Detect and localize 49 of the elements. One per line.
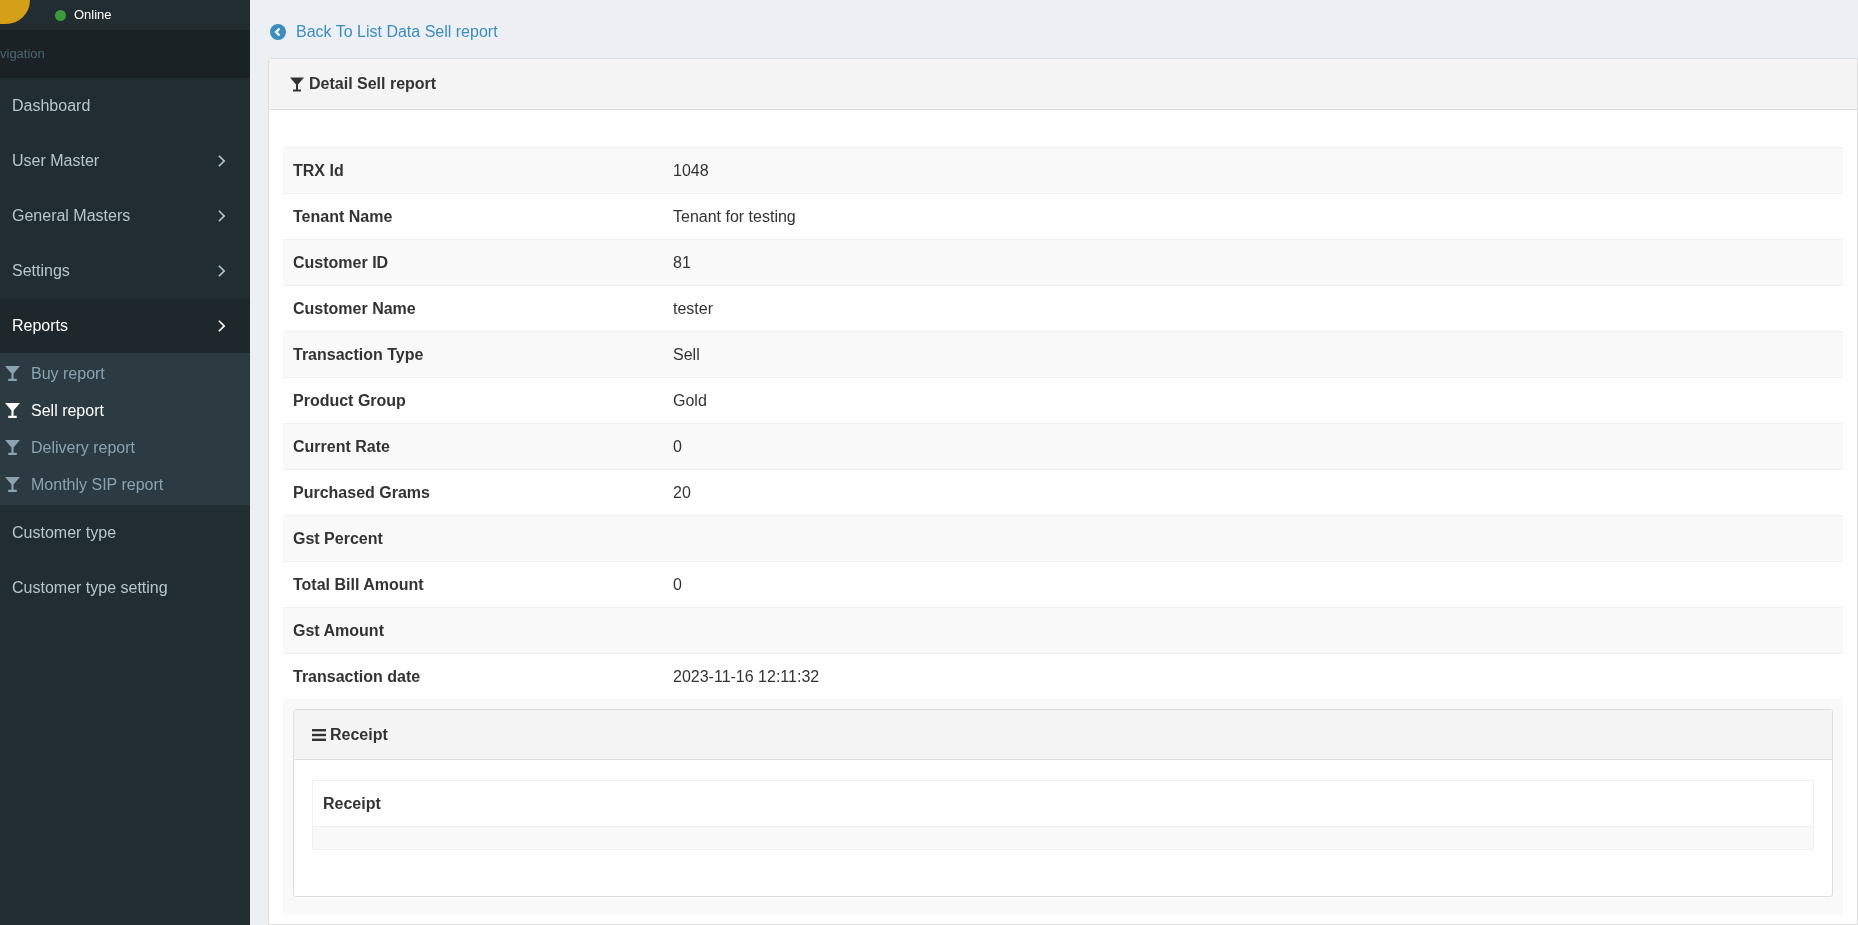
field-label: Transaction Type bbox=[292, 344, 425, 365]
field-label: Customer ID bbox=[292, 252, 390, 273]
funnel-icon bbox=[4, 402, 21, 419]
field-label: Gst Amount bbox=[292, 620, 385, 641]
field-label: TRX Id bbox=[292, 160, 345, 181]
sidebar-item[interactable]: Customer type setting bbox=[0, 560, 250, 615]
field-label: Current Rate bbox=[292, 436, 391, 457]
field-value: 0 bbox=[673, 574, 682, 595]
field-value: 81 bbox=[673, 252, 691, 273]
field-label: Product Group bbox=[292, 390, 407, 411]
submenu-item[interactable]: Delivery report bbox=[0, 429, 250, 466]
field-value: Tenant for testing bbox=[673, 206, 796, 227]
menu-icon bbox=[312, 728, 326, 741]
field-label: Transaction date bbox=[292, 666, 422, 687]
field-value: 20 bbox=[673, 482, 691, 503]
field-label: Total Bill Amount bbox=[292, 574, 425, 595]
sidebar-item[interactable]: Settings bbox=[0, 243, 250, 298]
field-value: Gold bbox=[673, 390, 707, 411]
field-value: tester bbox=[673, 298, 713, 319]
panel-title: Receipt bbox=[330, 724, 388, 745]
sidebar-item[interactable]: General Masters bbox=[0, 188, 250, 243]
submenu-item[interactable]: Monthly SIP report bbox=[0, 466, 250, 503]
sidebar-item[interactable]: User Master bbox=[0, 133, 250, 188]
funnel-icon bbox=[4, 476, 21, 493]
chevron-right-icon bbox=[217, 153, 226, 168]
column-header: Receipt bbox=[323, 793, 381, 814]
nav-header: vigation bbox=[0, 45, 45, 64]
funnel-icon bbox=[4, 439, 21, 456]
chevron-right-icon bbox=[217, 208, 226, 223]
field-value: 1048 bbox=[673, 160, 709, 181]
field-label: Tenant Name bbox=[292, 206, 394, 227]
user-status: Online bbox=[74, 6, 112, 25]
field-value: 0 bbox=[673, 436, 682, 457]
field-label: Customer Name bbox=[292, 298, 417, 319]
field-value: Sell bbox=[673, 344, 700, 365]
chevron-right-icon bbox=[217, 263, 226, 278]
chevron-right-icon bbox=[217, 318, 226, 333]
logo-icon bbox=[0, 0, 30, 24]
submenu-item[interactable]: Buy report bbox=[0, 355, 250, 392]
sidebar-item[interactable]: Reports bbox=[0, 298, 250, 353]
field-value: 2023-11-16 12:11:32 bbox=[673, 666, 820, 687]
sidebar-item[interactable]: Customer type bbox=[0, 505, 250, 560]
sidebar-item[interactable]: Dashboard bbox=[0, 78, 250, 133]
card-title: Detail Sell report bbox=[309, 74, 437, 94]
funnel-icon bbox=[4, 365, 21, 382]
field-label: Purchased Grams bbox=[292, 482, 431, 503]
funnel-icon bbox=[289, 75, 305, 93]
submenu-item[interactable]: Sell report bbox=[0, 392, 250, 429]
field-label: Gst Percent bbox=[292, 528, 384, 549]
